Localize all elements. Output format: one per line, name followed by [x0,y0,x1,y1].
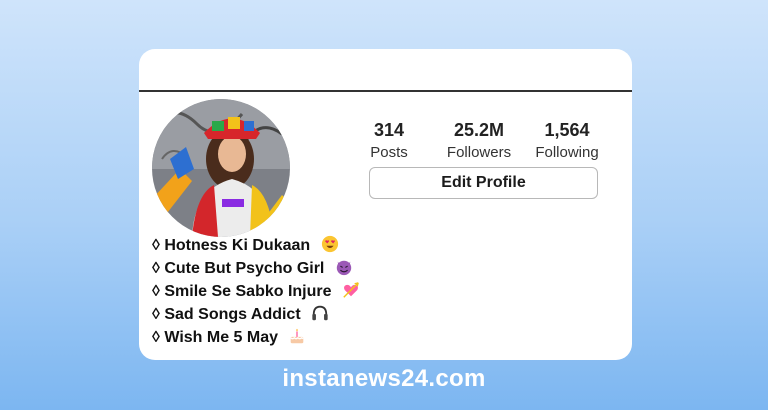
devil-emoji-icon [336,260,352,276]
bio-line: ◊ Hotness Ki Dukaan [152,234,360,257]
bio-line-text: ◊ Wish Me 5 May [152,329,279,346]
bio-line: ◊ Wish Me 5 May [152,326,360,349]
site-watermark: instanews24.com [282,365,486,392]
bio: ◊ Hotness Ki Dukaan ◊ Cute But Psycho Gi… [152,234,360,349]
followers-count: 25.2M [453,120,505,140]
stat-followers[interactable]: 25.2M Followers [439,119,519,163]
posts-label: Posts [370,144,408,161]
following-count: 1,564 [544,120,590,140]
profile-card: 314 Posts 25.2M Followers 1,564 Followin… [139,49,632,360]
edit-profile-button[interactable]: Edit Profile [369,167,598,199]
avatar[interactable] [152,99,290,237]
bio-line: ◊ Smile Se Sabko Injure [152,280,360,303]
avatar-image [152,99,290,237]
heart-arrow-emoji-icon [343,282,359,298]
headphones-emoji-icon [312,305,328,321]
heart-eyes-emoji-icon [321,235,338,253]
posts-count: 314 [373,120,405,140]
profile-stats: 314 Posts 25.2M Followers 1,564 Followin… [361,119,601,164]
bio-line: ◊ Sad Songs Addict [152,303,360,326]
bio-line-text: ◊ Sad Songs Addict [152,306,301,323]
followers-label: Followers [446,144,512,161]
cake-emoji-icon [290,328,305,344]
bio-line-text: ◊ Smile Se Sabko Injure [152,283,332,300]
bio-line-text: ◊ Cute But Psycho Girl [152,260,325,277]
following-label: Following [535,144,599,161]
stat-following[interactable]: 1,564 Following [527,119,607,163]
bio-line: ◊ Cute But Psycho Girl [152,257,360,280]
bio-line-text: ◊ Hotness Ki Dukaan [152,237,311,254]
stat-posts[interactable]: 314 Posts [349,119,429,163]
header-divider [139,90,632,92]
